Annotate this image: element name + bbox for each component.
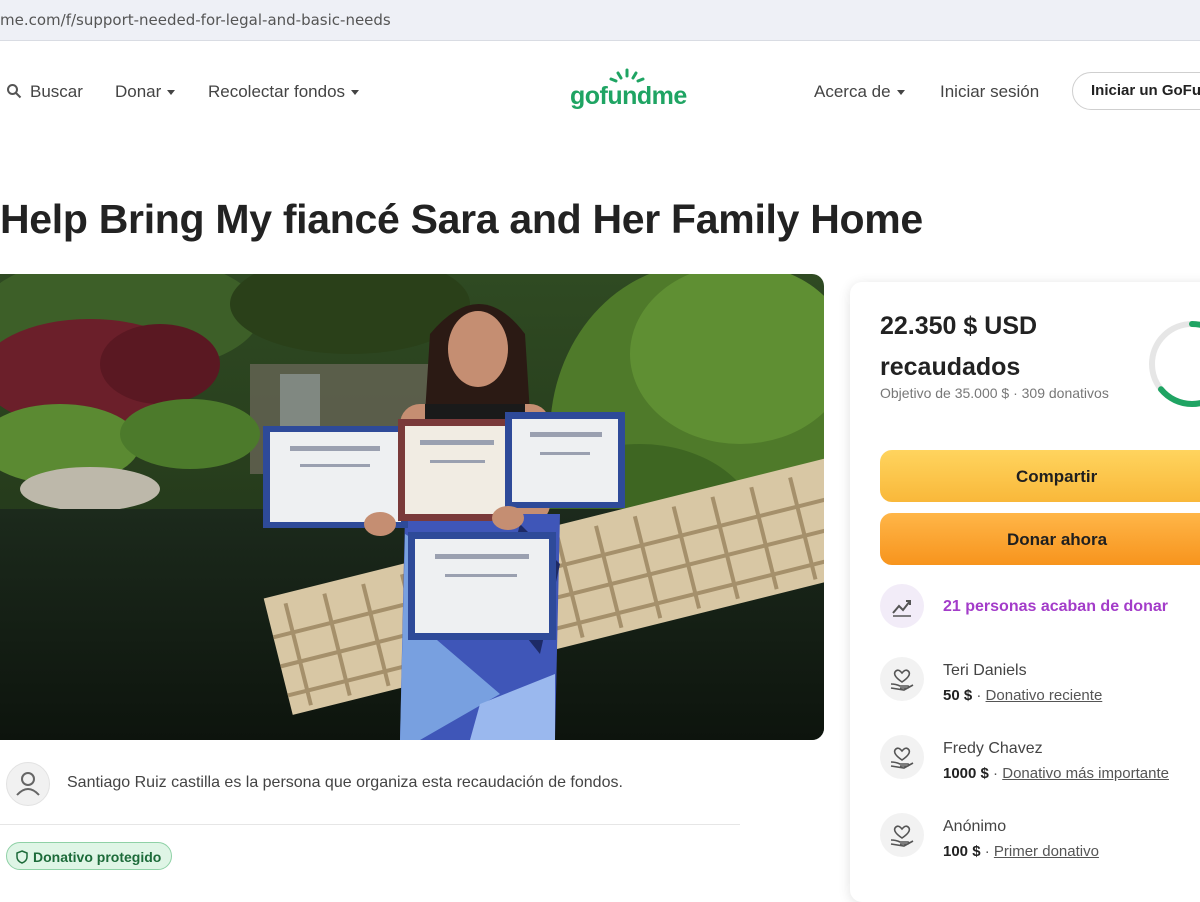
search-icon	[7, 84, 22, 99]
chevron-down-icon	[896, 90, 905, 96]
donation-icon	[880, 735, 924, 779]
about-menu-label: Acerca de	[814, 82, 891, 101]
donation-type-link[interactable]: Donativo más importante	[1002, 765, 1169, 782]
chevron-down-icon	[167, 90, 176, 96]
donation-icon	[880, 657, 924, 701]
donation-detail: 50 $ · Donativo reciente	[943, 687, 1103, 704]
donation-amount: 100 $	[943, 843, 981, 860]
donation-detail: 1000 $ · Donativo más importante	[943, 765, 1169, 782]
url-text[interactable]: me.com/f/support-needed-for-legal-and-ba…	[0, 11, 391, 29]
chevron-down-icon	[351, 90, 360, 96]
recent-donors-text[interactable]: 21 personas acaban de donar	[943, 598, 1168, 616]
raised-amount: 22.350 $ USD	[880, 312, 1038, 340]
share-button-label: Compartir	[1016, 467, 1098, 486]
start-gofundme-button[interactable]: Iniciar un GoFu	[1072, 72, 1200, 110]
trending-badge	[880, 584, 924, 628]
protected-badge-label: Donativo protegido	[33, 849, 162, 865]
user-icon	[16, 772, 40, 796]
donation-icon	[880, 813, 924, 857]
organizer-row[interactable]: Santiago Ruiz castilla es la persona que…	[0, 760, 740, 810]
about-menu[interactable]: Acerca de	[814, 82, 905, 102]
avatar	[6, 762, 50, 806]
search-link[interactable]: Buscar	[6, 82, 83, 102]
login-link[interactable]: Iniciar sesión	[940, 82, 1039, 102]
protected-donation-badge[interactable]: Donativo protegido	[6, 842, 173, 870]
donation-type-link[interactable]: Donativo reciente	[986, 687, 1103, 704]
raised-summary: 22.350 $ USD recaudados	[880, 306, 1120, 388]
donation-type-link[interactable]: Primer donativo	[994, 843, 1099, 860]
heart-hand-icon	[890, 825, 914, 847]
fundraise-menu[interactable]: Recolectar fondos	[208, 82, 360, 102]
fundraise-menu-label: Recolectar fondos	[208, 82, 346, 101]
heart-hand-icon	[890, 747, 914, 769]
progress-ring: 64	[1149, 321, 1200, 407]
search-label: Buscar	[30, 82, 83, 101]
donate-now-label: Donar ahora	[1007, 530, 1108, 549]
donor-name: Fredy Chavez	[943, 740, 1043, 757]
donor-name: Teri Daniels	[943, 662, 1027, 679]
donation-detail: 100 $ · Primer donativo	[943, 843, 1099, 860]
campaign-title: Help Bring My fiancé Sara and Her Family…	[0, 196, 923, 242]
divider	[0, 824, 740, 825]
shield-icon	[16, 850, 28, 864]
share-button[interactable]: Compartir	[880, 450, 1200, 502]
donate-menu[interactable]: Donar	[115, 82, 176, 102]
donation-amount: 1000 $	[943, 765, 989, 782]
trending-up-icon	[892, 600, 911, 617]
organizer-text: Santiago Ruiz castilla es la persona que…	[67, 774, 623, 791]
campaign-photo	[0, 274, 824, 740]
goal-text: Objetivo de 35.000 $ · 309 donativos	[880, 385, 1109, 401]
heart-hand-icon	[890, 669, 914, 691]
gofundme-logo[interactable]: gofundme	[570, 82, 687, 111]
donate-now-button[interactable]: Donar ahora	[880, 513, 1200, 565]
donor-name: Anónimo	[943, 818, 1007, 835]
browser-url-bar[interactable]: me.com/f/support-needed-for-legal-and-ba…	[0, 0, 1200, 41]
donate-menu-label: Donar	[115, 82, 162, 101]
donation-amount: 50 $	[943, 687, 973, 704]
